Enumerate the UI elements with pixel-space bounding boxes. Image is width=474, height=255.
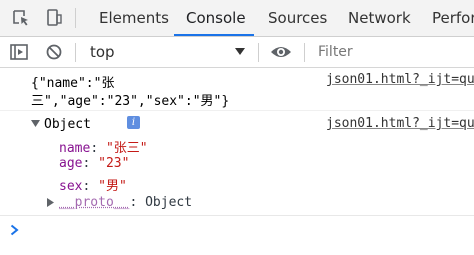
proto-key: __proto__: [59, 195, 130, 210]
toolbar-divider: [304, 43, 305, 62]
expand-triangle-icon[interactable]: [31, 120, 40, 128]
live-expression-icon[interactable]: [270, 44, 292, 60]
device-toolbar-icon[interactable]: [44, 8, 64, 28]
clear-console-icon[interactable]: [44, 42, 64, 62]
object-property: name: "张三": [59, 141, 148, 156]
property-key: age: [59, 156, 83, 171]
object-property: sex: "男": [59, 179, 127, 194]
tab-sources[interactable]: Sources: [268, 0, 327, 36]
source-link[interactable]: json01.html?_ijt=qu: [326, 72, 474, 87]
toolbar-divider: [258, 43, 259, 62]
log-message-line: 三","age":"23","sex":"男"}: [31, 90, 229, 109]
inspect-element-icon[interactable]: [11, 8, 31, 28]
object-header[interactable]: Object: [44, 117, 91, 132]
toolbar-divider: [75, 8, 76, 28]
console-toolbar: top: [0, 37, 474, 68]
tab-network[interactable]: Network: [348, 0, 411, 36]
show-sidebar-icon[interactable]: [9, 42, 29, 62]
proto-value: Object: [145, 195, 193, 210]
chevron-down-icon[interactable]: [235, 48, 245, 56]
object-property: age: "23": [59, 156, 130, 171]
context-selector[interactable]: top: [90, 37, 115, 67]
tab-elements[interactable]: Elements: [99, 0, 169, 36]
tab-performance[interactable]: Perfor: [432, 0, 474, 36]
property-key: sex: [59, 179, 83, 194]
console-prompt[interactable]: [0, 215, 474, 255]
toolbar-divider: [75, 43, 76, 62]
tab-console[interactable]: Console: [186, 0, 246, 36]
message-divider: [0, 110, 474, 111]
property-value: "男": [98, 179, 127, 194]
property-value: "张三": [105, 141, 148, 156]
property-key: name: [59, 141, 91, 156]
log-text: 三","age":"23","sex":"男"}: [31, 94, 230, 109]
object-property[interactable]: __proto__: Object: [59, 195, 192, 210]
log-message-line: {"name":"张: [31, 72, 114, 91]
property-value: "23": [98, 156, 130, 171]
filter-input[interactable]: [312, 41, 474, 63]
devtools-tabbar: Elements Console Sources Network Perfor: [0, 0, 474, 37]
active-tab-indicator: [174, 34, 254, 36]
expand-triangle-icon[interactable]: [47, 198, 54, 207]
log-text: {"name":"张: [31, 76, 115, 91]
source-link[interactable]: json01.html?_ijt=qu: [326, 116, 474, 131]
chevron-right-icon: [10, 224, 19, 236]
info-icon[interactable]: i: [127, 116, 140, 129]
